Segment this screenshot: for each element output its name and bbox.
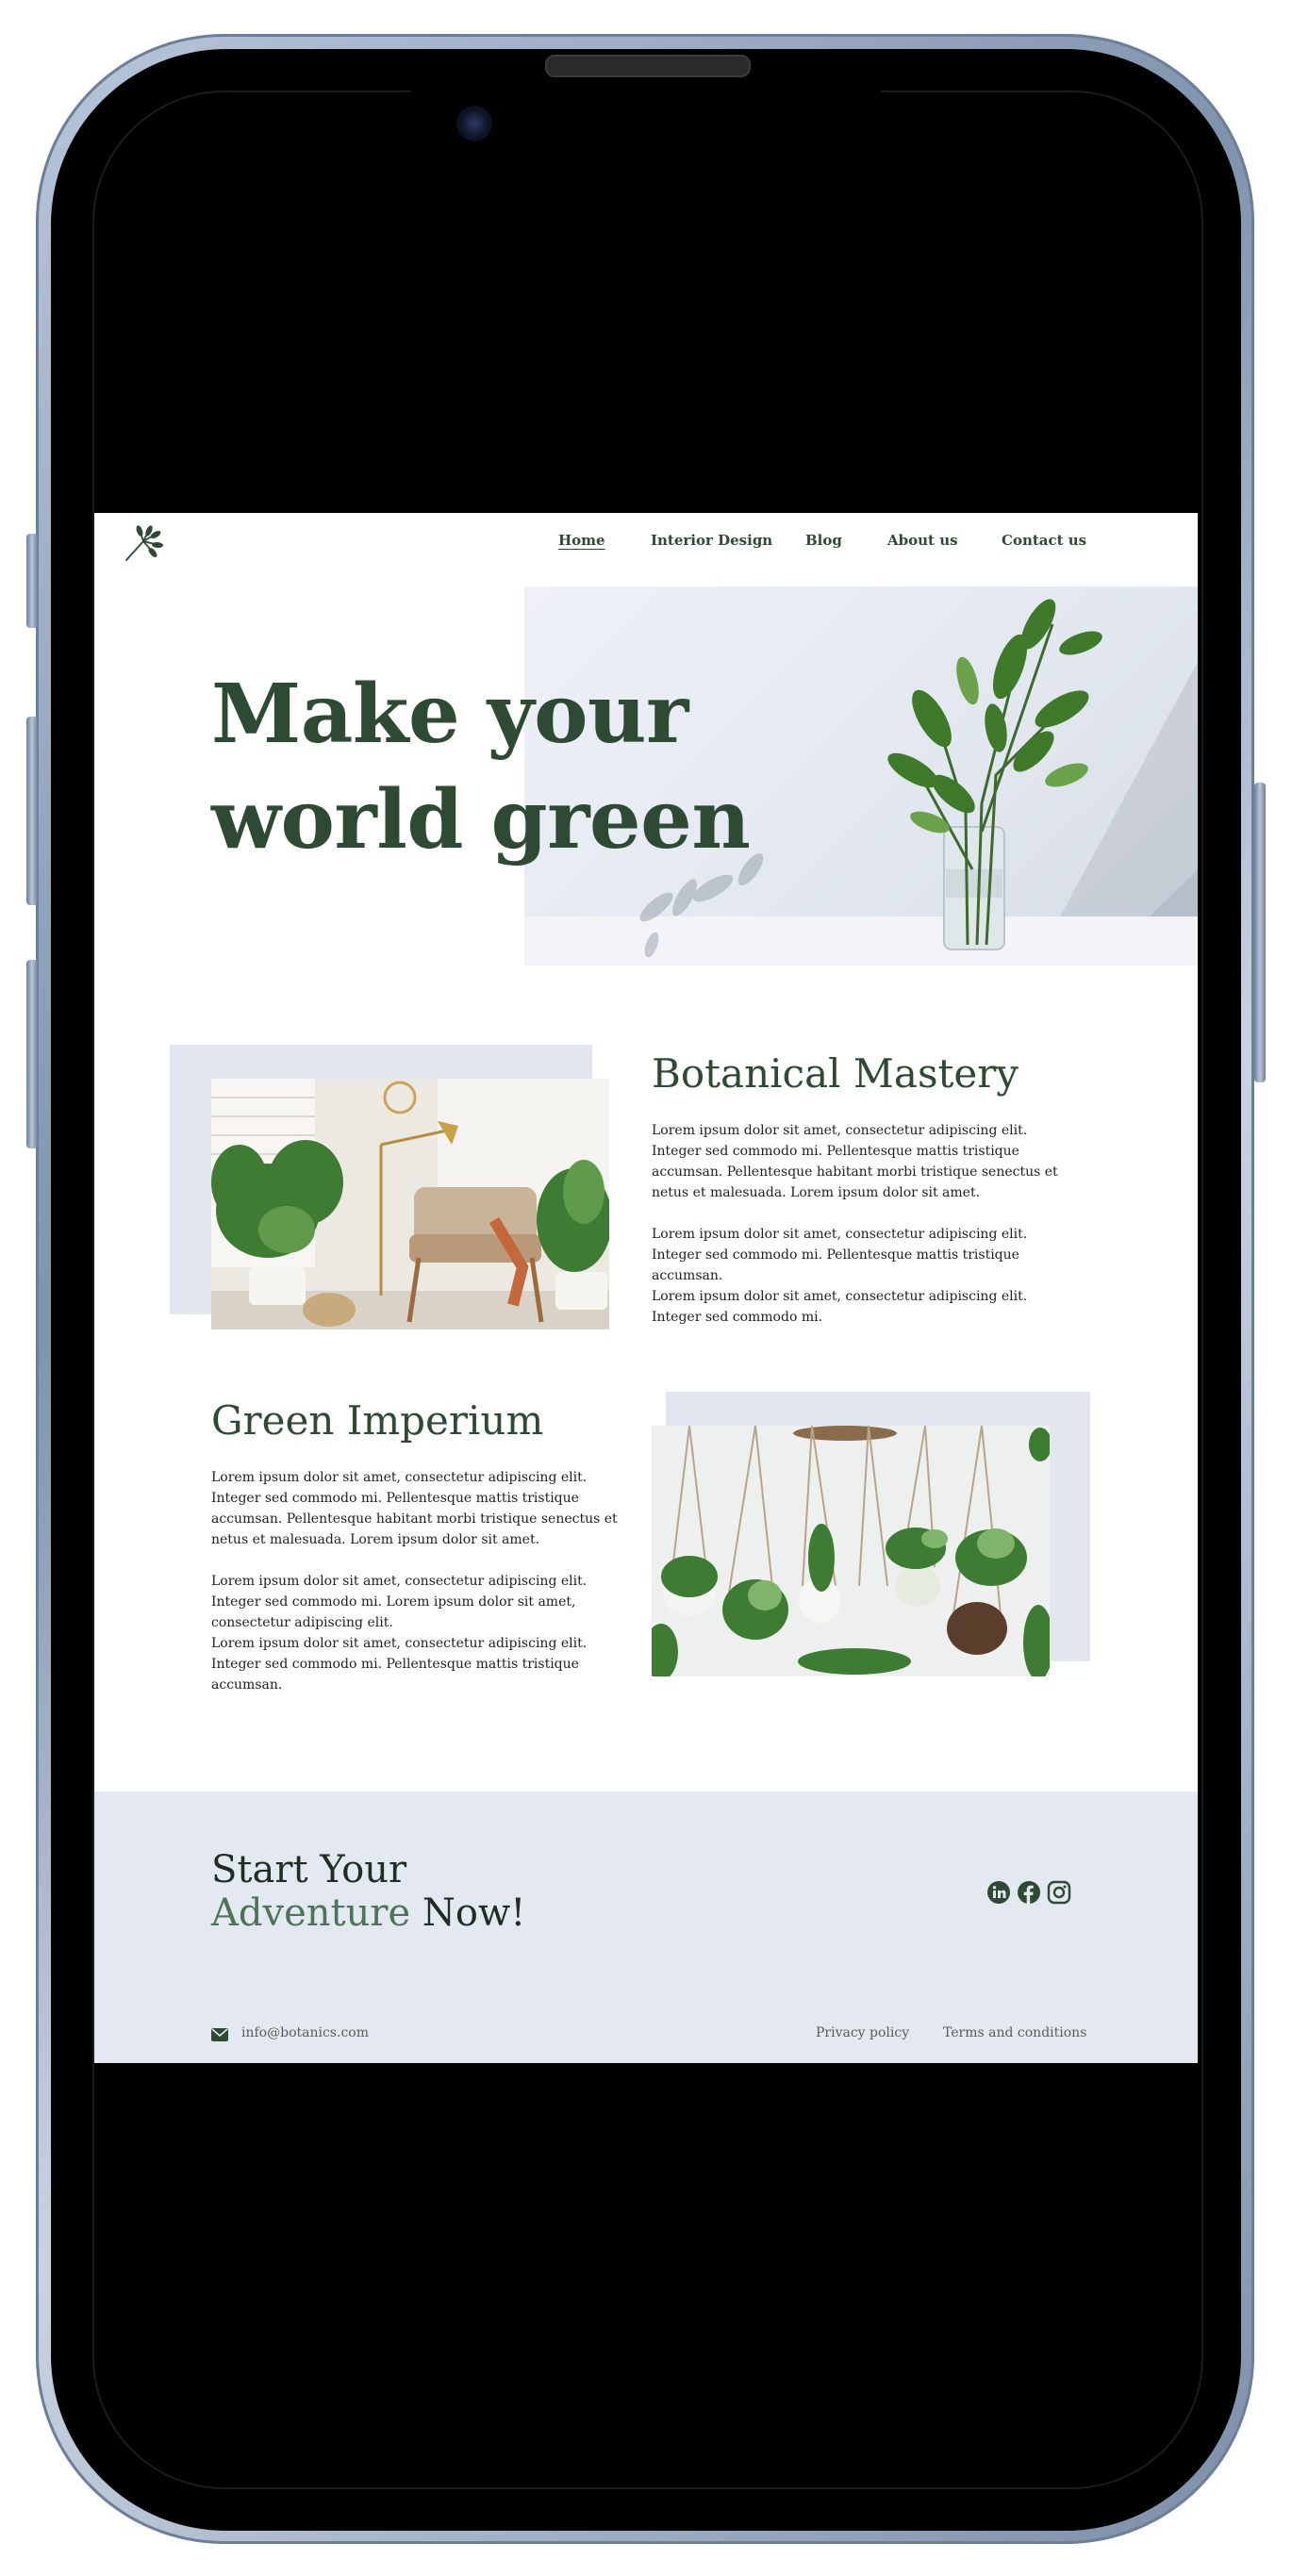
nav-contact-us[interactable]: Contact us xyxy=(1002,532,1086,549)
volume-down-button xyxy=(26,960,38,1148)
cta-line2-rest: Now! xyxy=(410,1891,526,1935)
footer-email-link[interactable]: info@botanics.com xyxy=(241,2025,369,2040)
terms-conditions-link[interactable]: Terms and conditions xyxy=(943,2025,1086,2040)
main-nav: Home Interior Design Blog About us Conta… xyxy=(94,532,1198,560)
hero-headline-line1: Make your xyxy=(211,667,688,762)
cta-line1: Start Your xyxy=(211,1848,407,1891)
privacy-policy-link[interactable]: Privacy policy xyxy=(816,2025,909,2040)
volume-up-button xyxy=(26,717,38,905)
cta-accent-word: Adventure xyxy=(211,1891,411,1935)
section2-paragraph-2: Lorem ipsum dolor sit amet, consectetur … xyxy=(211,1574,588,1630)
living-room-photo xyxy=(211,1079,609,1329)
power-button xyxy=(1254,783,1266,1082)
section2-paragraph-3: Lorem ipsum dolor sit amet, consectetur … xyxy=(211,1636,588,1693)
linkedin-icon[interactable] xyxy=(986,1880,1011,1905)
cta-line2: Adventure Now! xyxy=(211,1891,525,1935)
section1-paragraph-2: Lorem ipsum dolor sit amet, consectetur … xyxy=(652,1227,1028,1283)
front-camera xyxy=(456,106,492,141)
section2-paragraph-1: Lorem ipsum dolor sit amet, consectetur … xyxy=(211,1470,618,1547)
hanging-plants-photo xyxy=(652,1426,1050,1676)
section2-title: Green Imperium xyxy=(211,1397,544,1444)
mail-icon xyxy=(211,2028,228,2041)
nav-blog[interactable]: Blog xyxy=(805,532,842,549)
hero-headline: Make your world green xyxy=(211,662,751,873)
section1-title: Botanical Mastery xyxy=(652,1050,1019,1097)
speaker-grille xyxy=(545,55,751,77)
nav-about-us[interactable]: About us xyxy=(887,532,958,549)
hero-headline-line2: world green xyxy=(211,772,751,867)
nav-home[interactable]: Home xyxy=(558,532,605,549)
instagram-icon[interactable] xyxy=(1047,1880,1071,1905)
section1-paragraph-1: Lorem ipsum dolor sit amet, consectetur … xyxy=(652,1123,1058,1200)
footer: Start Your Adventure Now! info@botanics.… xyxy=(94,1792,1198,2063)
website-viewport: Home Interior Design Blog About us Conta… xyxy=(94,513,1198,2063)
mute-switch xyxy=(26,534,38,628)
facebook-icon[interactable] xyxy=(1017,1880,1041,1905)
section1-paragraph-3: Lorem ipsum dolor sit amet, consectetur … xyxy=(652,1289,1028,1325)
nav-interior-design[interactable]: Interior Design xyxy=(651,532,772,549)
